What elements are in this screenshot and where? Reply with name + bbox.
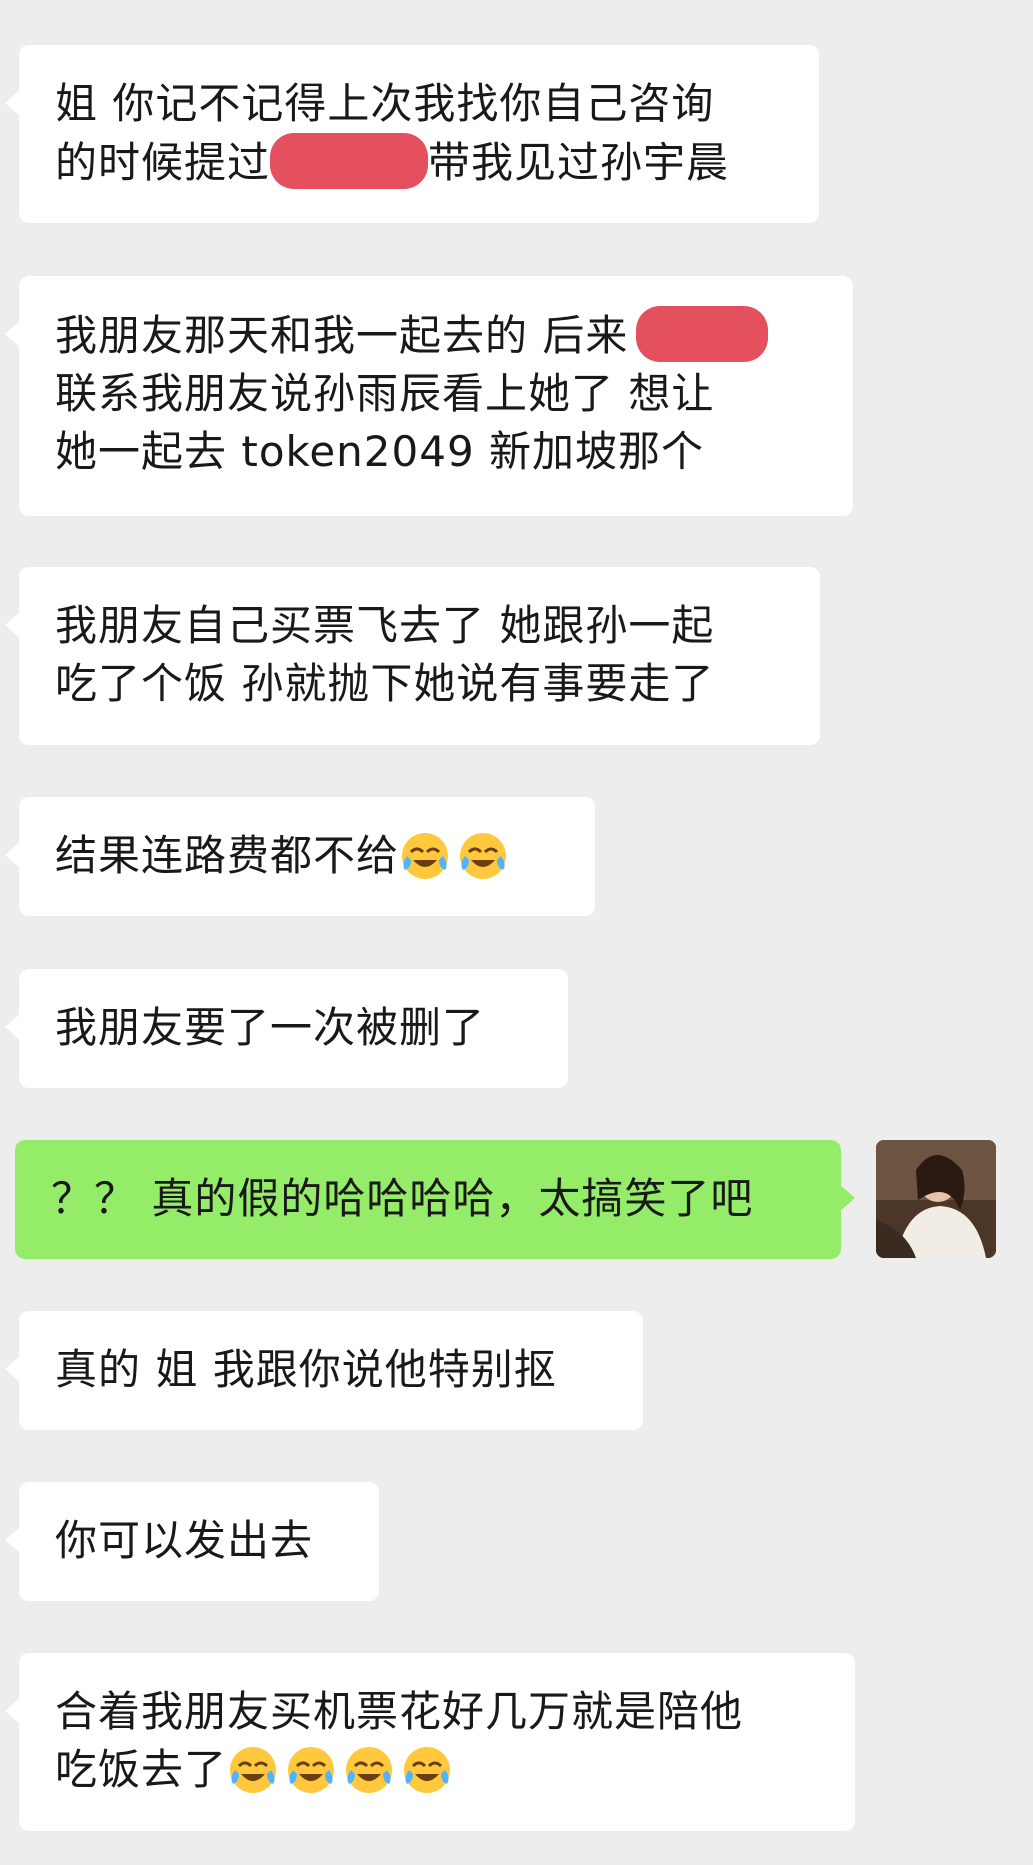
message-text: ？？ 真的假的哈哈哈哈，太搞笑了吧 (51, 1174, 754, 1223)
message-text: 吃了个饭 孙就抛下她说有事要走了 (55, 659, 715, 708)
message-bubble-9[interactable]: 合着我朋友买机票花好几万就是陪他 吃饭去了 (5, 1653, 855, 1831)
message-bubble-8[interactable]: 你可以发出去 (5, 1482, 379, 1601)
message-text: 你可以发出去 (55, 1516, 314, 1565)
crying-laughing-emoji-icon (230, 1747, 277, 1793)
message-text: 真的 姐 我跟你说他特别抠 (55, 1345, 557, 1394)
message-text: 的时候提过 带我见过孙宇晨 (55, 133, 783, 192)
message-text: 她一起去 token2049 新加坡那个 (55, 427, 705, 476)
message-text: 合着我朋友买机票花好几万就是陪他 (55, 1687, 744, 1736)
message-text: 姐 你记不记得上次我找你自己咨询 (55, 79, 715, 128)
crying-laughing-emoji-icon (288, 1747, 335, 1793)
message-text: 结果连路费都不给 (55, 827, 559, 885)
crying-laughing-emoji-icon (404, 1747, 451, 1793)
redaction-mark (636, 306, 769, 362)
crying-laughing-emoji-icon (402, 833, 449, 879)
message-bubble-7[interactable]: 真的 姐 我跟你说他特别抠 (5, 1311, 643, 1430)
message-text: 吃饭去了 (55, 1741, 819, 1799)
my-message-bubble[interactable]: ？？ 真的假的哈哈哈哈，太搞笑了吧 (15, 1140, 855, 1259)
message-bubble-5[interactable]: 我朋友要了一次被删了 (5, 969, 568, 1088)
redaction-mark (270, 133, 429, 189)
message-text: 联系我朋友说孙雨辰看上她了 想让 (55, 369, 715, 418)
message-text: 我朋友要了一次被删了 (55, 1003, 486, 1052)
message-bubble-3[interactable]: 我朋友自己买票飞去了 她跟孙一起 吃了个饭 孙就抛下她说有事要走了 (5, 567, 820, 745)
message-bubble-1[interactable]: 姐 你记不记得上次我找你自己咨询 的时候提过 带我见过孙宇晨 (5, 45, 819, 223)
my-avatar[interactable] (876, 1140, 996, 1258)
message-bubble-4[interactable]: 结果连路费都不给 (5, 797, 595, 916)
avatar-portrait-icon (876, 1140, 996, 1258)
crying-laughing-emoji-icon (346, 1747, 393, 1793)
crying-laughing-emoji-icon (460, 833, 507, 879)
message-text: 我朋友自己买票飞去了 她跟孙一起 (55, 601, 715, 650)
message-bubble-2[interactable]: 我朋友那天和我一起去的 后来 联系我朋友说孙雨辰看上她了 想让 她一起去 tok… (5, 276, 853, 516)
message-text: 我朋友那天和我一起去的 后来 (55, 306, 817, 365)
